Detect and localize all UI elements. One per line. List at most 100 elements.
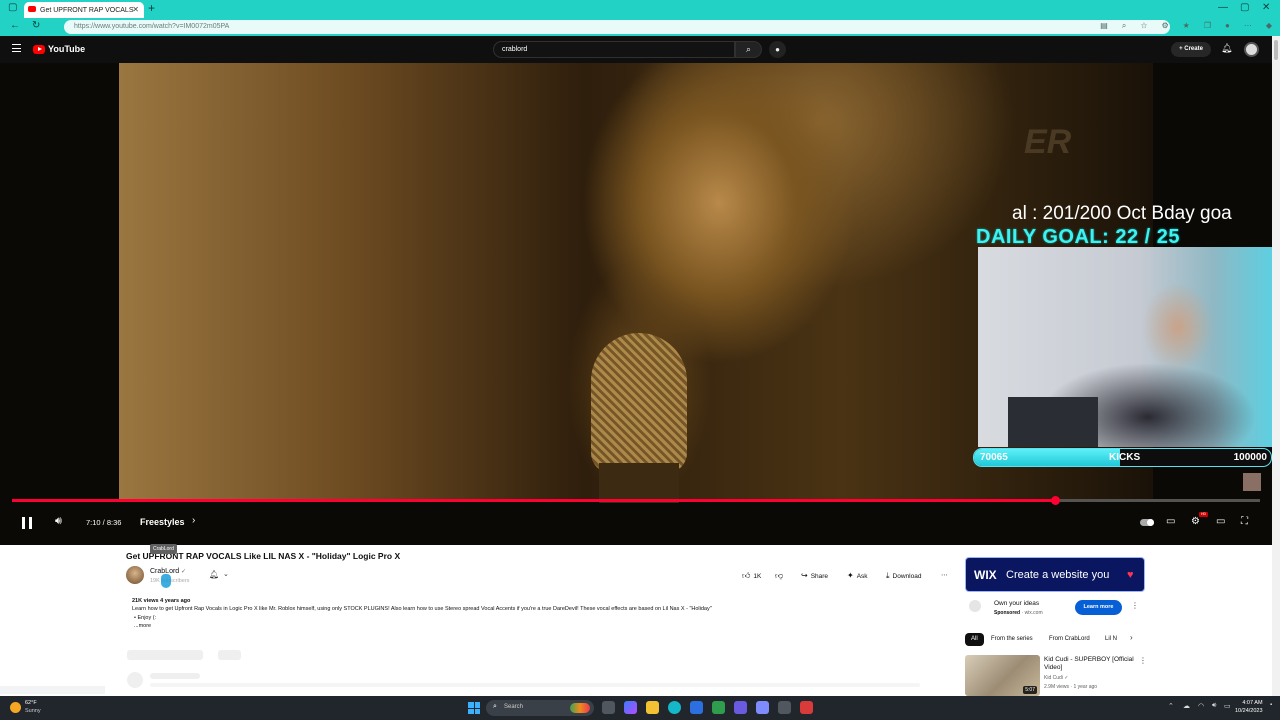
video-player[interactable]: ER al : 201/200 Oct Bday goa DAILY GOAL:… (0, 63, 1272, 545)
theater-mode-icon[interactable]: ▭ (1216, 516, 1225, 527)
favorites-icon[interactable]: ★ (1183, 21, 1190, 31)
fullscreen-icon[interactable]: ⛶ (1241, 516, 1248, 527)
teams-icon[interactable] (734, 701, 747, 714)
description-bullet-text: Enjoy (: (137, 615, 157, 621)
overlay-daily-goal: DAILY GOAL: 22 / 25 (976, 226, 1181, 248)
chip-lil-nas[interactable]: Lil N (1099, 633, 1125, 646)
volume-icon[interactable]: 🔊︎ (55, 515, 62, 528)
more-actions-icon[interactable]: ⋯ (941, 571, 948, 579)
maximize-icon[interactable]: ▢ (1240, 2, 1249, 13)
streamer-webcam (978, 247, 1272, 447)
task-view-icon[interactable] (602, 701, 615, 714)
progress-bar[interactable] (12, 496, 1260, 505)
chip-all[interactable]: All (965, 633, 984, 646)
minimize-icon[interactable]: — (1218, 2, 1228, 13)
chevron-right-icon[interactable]: › (192, 515, 195, 526)
notification-icon[interactable]: ▪ (1270, 702, 1272, 708)
chair-lettering: ER (1024, 123, 1072, 161)
create-button[interactable]: + Create (1171, 42, 1211, 57)
sun-icon[interactable] (10, 702, 21, 713)
wix-ad-banner[interactable]: WIX Create a website you ♥ (965, 557, 1145, 592)
close-tab-icon[interactable]: ✕ (132, 5, 139, 14)
edge-browser-icon[interactable] (668, 701, 681, 714)
download-button[interactable]: ⤓ Download (886, 571, 921, 581)
pause-icon[interactable] (22, 517, 32, 529)
notifications-icon[interactable]: 🔔︎ (1221, 43, 1232, 54)
description-box[interactable]: 21K views 4 years ago Learn how to get U… (126, 594, 956, 636)
ask-button[interactable]: ✦ Ask (847, 571, 868, 580)
tray-chevron-up-icon[interactable]: ⌃ (1168, 702, 1174, 710)
volume-icon[interactable]: 🔊︎ (1212, 702, 1216, 710)
youtube-logo[interactable]: YouTube (33, 44, 85, 54)
app-icon[interactable] (778, 701, 791, 714)
chevron-right-icon[interactable]: › (1130, 633, 1133, 642)
profile-icon[interactable]: ● (1225, 21, 1230, 31)
clock-date: 10/24/2023 (1235, 708, 1263, 714)
like-count: 1K (753, 573, 762, 580)
store-icon[interactable] (690, 701, 703, 714)
extensions-icon[interactable]: ⚙ (1161, 21, 1168, 31)
recording-app-icon[interactable] (800, 701, 813, 714)
discord-icon[interactable] (756, 701, 769, 714)
ad-title[interactable]: Own your ideas (994, 600, 1039, 607)
browser-tab[interactable]: Get UPFRONT RAP VOCALS ✕ (24, 2, 144, 18)
loading-placeholder (150, 673, 200, 679)
collections-icon[interactable]: ❐ (1204, 21, 1211, 31)
share-label: Share (810, 573, 829, 580)
recommended-more-icon[interactable]: ⋮ (1139, 656, 1147, 665)
tab-title: Get UPFRONT RAP VOCALS (40, 6, 134, 14)
dislike-button[interactable]: 👎︎ (775, 571, 786, 581)
ad-domain: · wix.com (1021, 610, 1043, 616)
chapter-title[interactable]: Freestyles (140, 517, 185, 527)
favorite-icon[interactable]: ☆ (1140, 21, 1147, 31)
account-avatar[interactable] (1244, 42, 1259, 57)
search-icon: ⌕ (493, 703, 497, 710)
back-icon[interactable]: ← (10, 20, 20, 31)
share-button[interactable]: ↪ Share (801, 571, 828, 580)
chip-from-crablord[interactable]: From CrabLord (1043, 633, 1096, 646)
voice-search-button[interactable]: ● (769, 41, 786, 58)
tab-actions-icon[interactable]: ▢ (8, 2, 17, 13)
refresh-icon[interactable]: ↻ (32, 20, 40, 31)
progress-scrubber[interactable] (1051, 496, 1061, 505)
copilot-icon[interactable]: ◆ (1266, 21, 1272, 31)
kicks-target: 100000 (1233, 452, 1267, 463)
settings-icon[interactable]: ⚙ (1191, 516, 1200, 527)
address-bar[interactable]: https://www.youtube.com/watch?v=IM0072m0… (64, 20, 1170, 34)
search-button[interactable]: ⌕ (735, 41, 762, 58)
close-window-icon[interactable]: ✕ (1262, 2, 1270, 13)
chip-from-series[interactable]: From the series (985, 633, 1039, 646)
taskbar-search[interactable]: ⌕ Search (486, 700, 594, 716)
subscribed-bell-icon[interactable]: 🔔︎ (209, 570, 219, 579)
recommended-thumbnail[interactable]: 5:07 (965, 655, 1040, 696)
taskbar-clock[interactable]: 4:07 AM 10/24/2023 (1235, 699, 1263, 715)
show-more-link[interactable]: ...more (134, 623, 151, 629)
ad-more-icon[interactable]: ⋮ (1131, 601, 1139, 610)
recommended-title[interactable]: Kid Cudi - SUPERBOY [Official Video] (1044, 656, 1136, 672)
windows-start-icon[interactable] (468, 702, 480, 714)
excel-icon[interactable] (712, 701, 725, 714)
page-scrollbar[interactable] (1272, 36, 1280, 696)
channel-tooltip: CrabLord (150, 544, 177, 554)
channel-avatar[interactable] (126, 566, 144, 584)
subtitles-icon[interactable]: ▭ (1166, 516, 1175, 527)
zoom-icon[interactable]: ⌕ (1122, 21, 1126, 31)
more-icon[interactable]: ⋯ (1244, 21, 1252, 31)
file-explorer-icon[interactable] (646, 701, 659, 714)
chevron-down-icon[interactable]: ⌄ (223, 570, 229, 578)
view-count-date: 21K views 4 years ago (132, 598, 191, 604)
learn-more-button[interactable]: Learn more (1075, 600, 1122, 615)
onedrive-icon[interactable]: ☁ (1183, 702, 1190, 710)
search-input[interactable]: crablord (493, 41, 735, 58)
like-button[interactable]: 👍︎ 1K (742, 571, 761, 581)
sparkle-icon: ✦ (847, 571, 854, 580)
copilot-app-icon[interactable] (624, 701, 637, 714)
scrollbar-thumb[interactable] (1274, 40, 1278, 60)
new-tab-icon[interactable]: + (148, 1, 155, 15)
wifi-icon[interactable]: ◠ (1198, 702, 1204, 710)
reader-icon[interactable]: ▤ (1100, 21, 1108, 31)
battery-icon[interactable]: ▭ (1224, 702, 1231, 710)
autoplay-toggle[interactable] (1140, 519, 1154, 526)
menu-icon[interactable] (12, 44, 21, 52)
progress-played (12, 499, 1056, 502)
